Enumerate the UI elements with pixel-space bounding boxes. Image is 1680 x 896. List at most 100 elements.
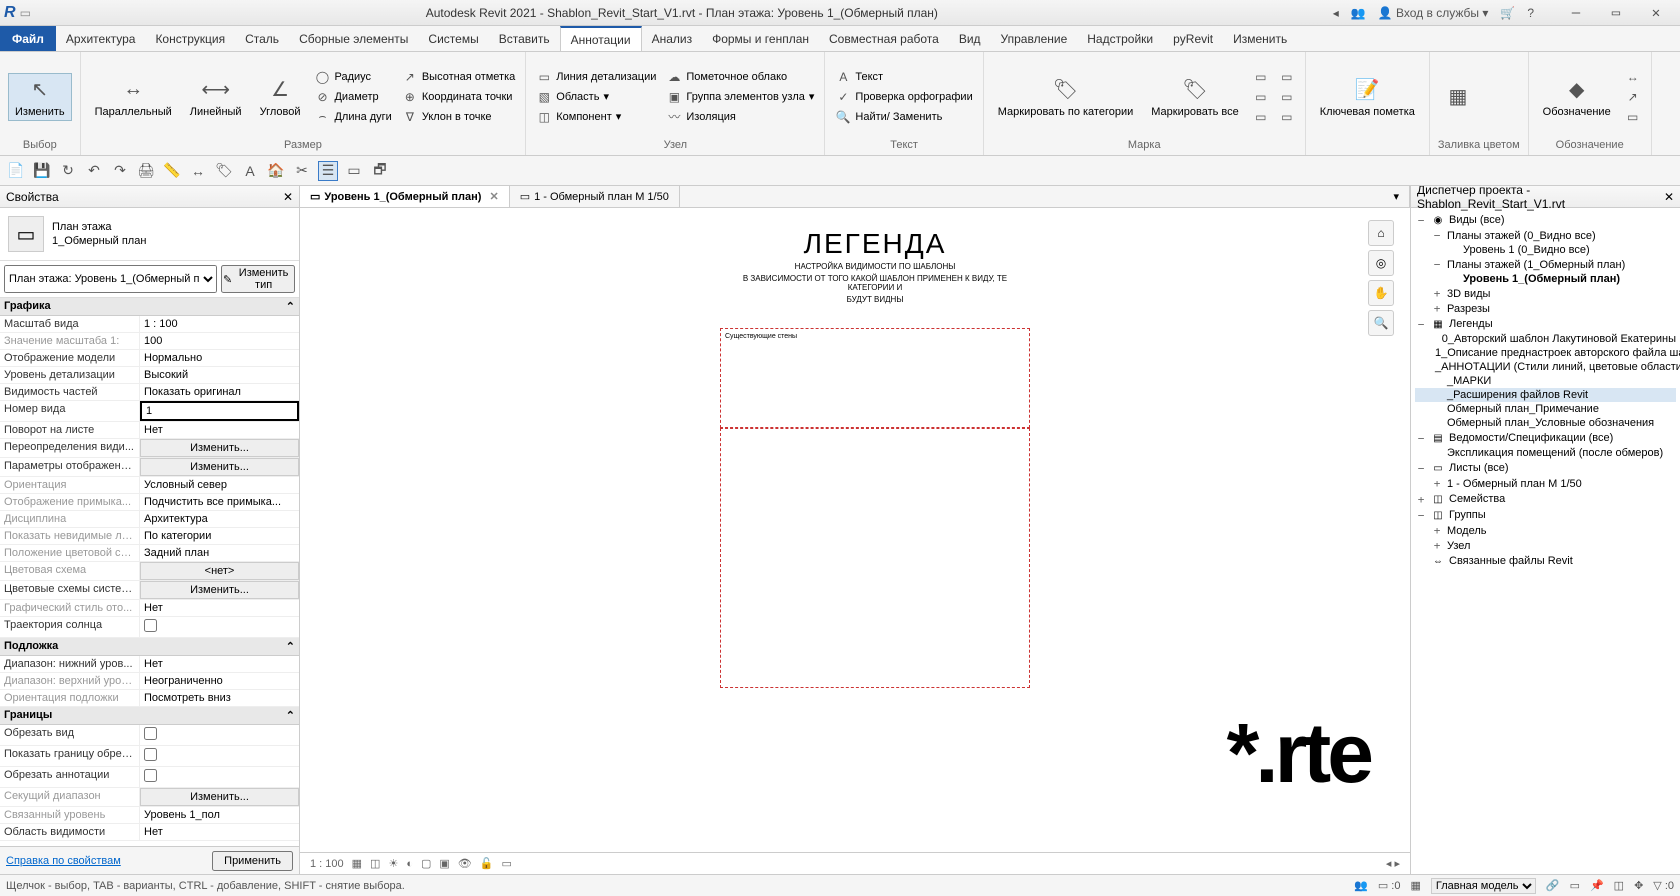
angular-dim-button[interactable]: ∠Угловой <box>254 74 307 120</box>
tree-item[interactable]: +Модель <box>1415 523 1676 538</box>
tree-item[interactable]: −▦Легенды <box>1415 316 1676 332</box>
section-icon[interactable]: ✂ <box>292 161 312 181</box>
tree-item[interactable]: 0_Авторский шаблон Лакутиновой Екатерины <box>1415 332 1676 346</box>
minimize-button[interactable]: — <box>1556 3 1596 23</box>
diameter-dim-button[interactable]: ⊘Диаметр <box>312 88 393 106</box>
workset-icon[interactable]: 👥 <box>1354 879 1368 892</box>
group-underlay[interactable]: Подложка⌃ <box>0 638 299 656</box>
tree-item[interactable]: Обмерный план_Условные обозначения <box>1415 416 1676 430</box>
material-tag-button[interactable]: ▭ <box>1251 108 1271 126</box>
sun-path-icon[interactable]: ☀ <box>388 857 398 870</box>
help-icon[interactable]: ? <box>1527 6 1534 20</box>
main-model-select[interactable]: Главная модель <box>1431 878 1536 894</box>
tree-item[interactable]: +◫Семейства <box>1415 491 1676 507</box>
visual-style-icon[interactable]: ◫ <box>370 857 380 870</box>
apply-button[interactable]: Применить <box>212 851 293 871</box>
binoculars-icon[interactable]: 👥 <box>1351 6 1366 20</box>
text-button[interactable]: AТекст <box>833 68 974 86</box>
properties-help-link[interactable]: Справка по свойствам <box>6 855 121 867</box>
tree-item[interactable]: _МАРКИ <box>1415 374 1676 388</box>
insulation-button[interactable]: 〰Изоляция <box>664 108 816 126</box>
text-icon[interactable]: A <box>240 161 260 181</box>
filter-icon[interactable]: ▽ :0 <box>1653 879 1674 892</box>
browser-close-icon[interactable]: ✕ <box>1664 190 1674 204</box>
maximize-button[interactable]: ▭ <box>1596 3 1636 23</box>
multi-tag-button[interactable]: ▭ <box>1251 88 1271 106</box>
tree-item[interactable]: Экспликация помещений (после обмеров) <box>1415 446 1676 460</box>
select-pinned-icon[interactable]: 📌 <box>1590 879 1604 892</box>
menu-tab-14[interactable]: Изменить <box>1223 26 1297 51</box>
signin-button[interactable]: 👤 Вход в службы ▾ <box>1378 6 1489 20</box>
menu-tab-5[interactable]: Вставить <box>489 26 560 51</box>
view-tab-sheet[interactable]: ▭ 1 - Обмерный план М 1/50 <box>510 186 680 207</box>
symbol-button[interactable]: ◆Обозначение <box>1537 74 1617 120</box>
tree-item[interactable]: −▤Ведомости/Спецификации (все) <box>1415 430 1676 446</box>
print-icon[interactable]: 🖨 <box>136 161 156 181</box>
group-extents[interactable]: Границы⌃ <box>0 707 299 725</box>
tree-item[interactable]: Обмерный план_Примечание <box>1415 402 1676 416</box>
crop-icon[interactable]: ▢ <box>421 857 431 870</box>
menu-tab-8[interactable]: Формы и генплан <box>702 26 819 51</box>
space-tag-button[interactable]: ▭ <box>1277 108 1297 126</box>
spellcheck-button[interactable]: ✓Проверка орфографии <box>833 88 974 106</box>
nav-wheel-icon[interactable]: ◎ <box>1368 250 1394 276</box>
menu-tab-12[interactable]: Надстройки <box>1077 26 1163 51</box>
spot-elevation-button[interactable]: ↗Высотная отметка <box>400 68 517 86</box>
close-hidden-icon[interactable]: ▭ <box>344 161 364 181</box>
tree-item[interactable]: _АННОТАЦИИ (Стили линий, цветовые област… <box>1415 360 1676 374</box>
spot-coord-button[interactable]: ⊕Координата точки <box>400 88 517 106</box>
aligned-icon[interactable]: ↔ <box>188 161 208 181</box>
radius-dim-button[interactable]: ◯Радиус <box>312 68 393 86</box>
redo-icon[interactable]: ↷ <box>110 161 130 181</box>
menu-tab-13[interactable]: pyRevit <box>1163 26 1223 51</box>
tree-item[interactable]: −▭Листы (все) <box>1415 460 1676 476</box>
tree-item[interactable]: −Планы этажей (0_Видно все) <box>1415 228 1676 243</box>
aligned-dim-button[interactable]: ↔Параллельный <box>89 74 178 120</box>
exchange-icon[interactable]: 🛒 <box>1500 6 1515 20</box>
measure-icon[interactable]: 📏 <box>162 161 182 181</box>
area-tag-button[interactable]: ▭ <box>1277 88 1297 106</box>
drawing-canvas[interactable]: ЛЕГЕНДА НАСТРОЙКА ВИДИМОСТИ ПО ШАБЛОНЫ В… <box>300 208 1410 852</box>
default3d-icon[interactable]: 🏠 <box>266 161 286 181</box>
design-options-icon[interactable]: ▦ <box>1410 879 1420 892</box>
sync-icon[interactable]: ↻ <box>58 161 78 181</box>
menu-tab-0[interactable]: Архитектура <box>56 26 146 51</box>
scale-button[interactable]: 1 : 100 <box>310 858 344 870</box>
edit-type-button[interactable]: ✎ Изменить тип <box>221 265 295 293</box>
keynote-button[interactable]: 📝Ключевая пометка <box>1314 74 1421 120</box>
properties-list[interactable]: Графика⌃ Масштаб вида1 : 100 Значение ма… <box>0 298 299 846</box>
view-options-icon[interactable]: ◂ ▸ <box>1386 857 1400 870</box>
tag-icon[interactable]: 🏷 <box>214 161 234 181</box>
stair-path-button[interactable]: ↗ <box>1623 88 1643 106</box>
project-tree[interactable]: −◉Виды (все)−Планы этажей (0_Видно все)У… <box>1411 208 1680 874</box>
nav-home-icon[interactable]: ⌂ <box>1368 220 1394 246</box>
linear-dim-button[interactable]: ⟷Линейный <box>184 74 248 120</box>
tree-item[interactable]: −Планы этажей (1_Обмерный план) <box>1415 257 1676 272</box>
room-tag-button[interactable]: ▭ <box>1277 68 1297 86</box>
drag-elements-icon[interactable]: ✥ <box>1634 879 1643 892</box>
menu-tab-4[interactable]: Системы <box>418 26 488 51</box>
tree-item[interactable]: +3D виды <box>1415 286 1676 301</box>
tree-item[interactable]: +Узел <box>1415 538 1676 553</box>
temp-hide-icon[interactable]: 👁 <box>458 857 472 870</box>
tree-item[interactable]: +1 - Обмерный план М 1/50 <box>1415 476 1676 491</box>
close-tab-icon[interactable]: ✕ <box>489 190 498 203</box>
shadows-icon[interactable]: ◐ <box>406 858 413 870</box>
group-graphics[interactable]: Графика⌃ <box>0 298 299 316</box>
beam-sys-button[interactable]: ▭ <box>1623 108 1643 126</box>
detail-group-button[interactable]: ▣Группа элементов узла ▾ <box>664 88 816 106</box>
save-icon[interactable]: 💾 <box>32 161 52 181</box>
spot-slope-button[interactable]: ∇Уклон в точке <box>400 108 517 126</box>
new-icon[interactable]: 📄 <box>6 161 26 181</box>
tree-item[interactable]: −◉Виды (все) <box>1415 212 1676 228</box>
tree-item[interactable]: +Разрезы <box>1415 301 1676 316</box>
detail-line-button[interactable]: ▭Линия детализации <box>534 68 658 86</box>
find-replace-button[interactable]: 🔍Найти/ Заменить <box>833 108 974 126</box>
tree-item[interactable]: _Расширения файлов Revit <box>1415 388 1676 402</box>
select-face-icon[interactable]: ◫ <box>1614 879 1624 892</box>
modify-button[interactable]: ↖Изменить <box>8 73 72 121</box>
region-button[interactable]: ▧Область ▾ <box>534 88 658 106</box>
file-tab[interactable]: Файл <box>0 26 56 51</box>
view-tab-active[interactable]: ▭ Уровень 1_(Обмерный план)✕ <box>300 186 510 207</box>
show-crop-icon[interactable]: ▣ <box>439 857 449 870</box>
